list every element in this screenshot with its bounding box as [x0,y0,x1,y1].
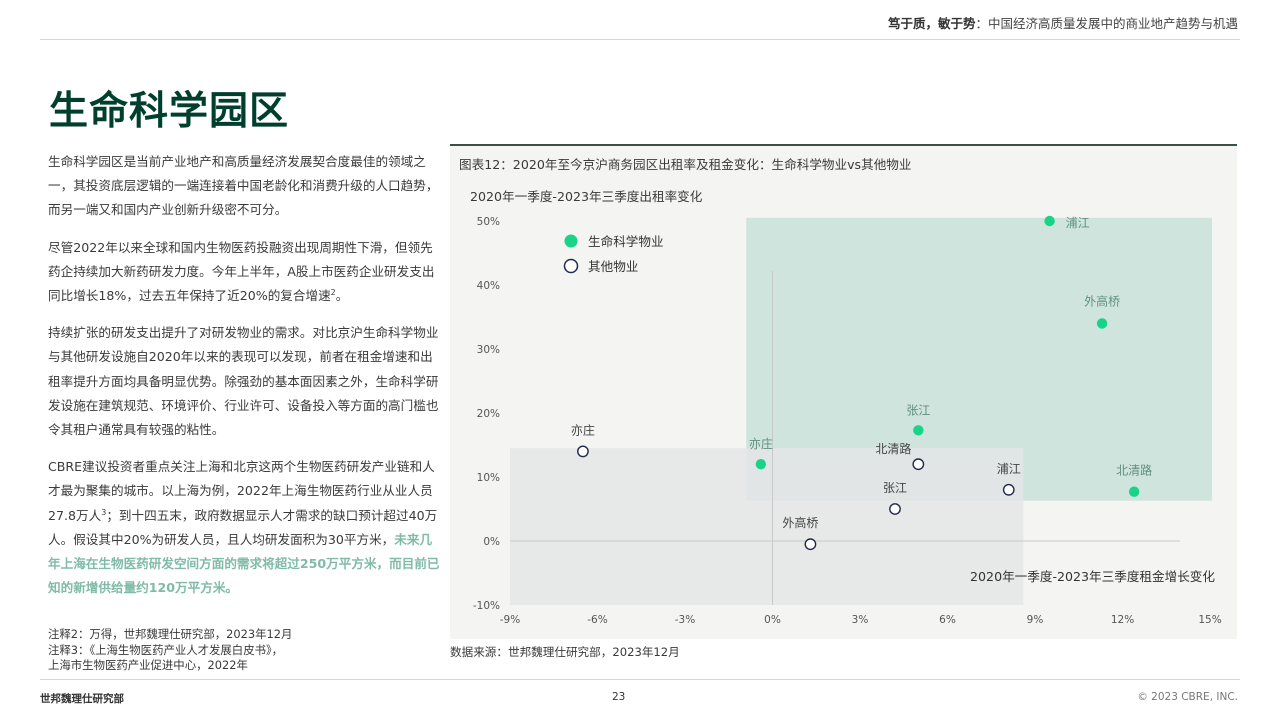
paragraph-3-text: 持续扩张的研发支出提升了对研发物业的需求。对比京沪生命科学物业与其他研发设施自2… [48,325,439,438]
y-tick-label: 40% [477,280,500,292]
scatter-chart: -9% -6% -3% 0% 3% 6% 9% 12% 15% -10% 0% 10% 20% 30% 40… [473,215,1222,626]
header-title-sep: ： [975,16,988,31]
other-property-point-label: 浦江 [997,462,1021,476]
chart-panel: 图表12：2020年至今京沪商务园区出租率及租金变化：生命科学物业vs其他物业 … [450,144,1237,639]
life-science-point [913,425,924,436]
other-property-point-label: 北清路 [875,441,911,456]
legend-life-science-label: 生命科学物业 [588,234,664,249]
life-science-point-label: 北清路 [1116,463,1152,478]
paragraph-4-mid: ；到十四五末，政府数据显示人才需求的缺口预计超过40万人。假设其中20%为研发人… [48,507,438,547]
y-tick-label: 20% [477,408,500,420]
footnote-2: 注释2：万得，世邦魏理仕研究部，2023年12月 [48,627,293,641]
x-axis-title: 2020年一季度-2023年三季度租金增长变化 [970,569,1215,584]
header-divider [40,39,1240,40]
y-tick-label: 10% [477,472,500,484]
life-science-point [755,459,767,470]
header-title-rest: 中国经济高质量发展中的商业地产趋势与机遇 [987,16,1238,31]
x-tick-label: 9% [1027,614,1044,626]
life-science-point [1128,486,1140,497]
y-tick-label: 0% [483,536,500,548]
other-property-point [1002,483,1015,496]
other-property-point [912,458,925,471]
footnotes: 注释2：万得，世邦魏理仕研究部，2023年12月 注释3：《上海生物医药产业人才… [48,627,292,674]
legend-other-marker [563,258,579,274]
footer-divider [40,679,1240,680]
other-property-point-label: 张江 [883,481,907,495]
x-tick-label: 15% [1198,614,1221,626]
paragraph-4: CBRE建议投资者重点关注上海和北京这两个生物医药研发产业链和人才最为聚集的城市… [48,455,440,600]
life-science-point-label: 张江 [906,403,930,417]
footer-organization: 世邦魏理仕研究部 [40,693,124,705]
paragraph-2-text: 尽管2022年以来全球和国内生物医药投融资出现周期性下滑，但领先药企持续加大新药… [48,239,435,304]
x-tick-label: 0% [764,614,781,626]
life-science-point-label: 亦庄 [749,436,773,451]
x-tick-label: -9% [500,614,520,626]
header-title: 笃于质，敏于势：中国经济高质量发展中的商业地产趋势与机遇 [888,13,1238,32]
page-title: 生命科学园区 [49,88,290,134]
footnote-3-cont: 上海市生物医药产业促进中心，2022年 [48,658,248,672]
paragraph-1: 生命科学园区是当前产业地产和高质量经济发展契合度最佳的领域之一，其投资底层逻辑的… [48,150,440,223]
life-science-point-label: 外高桥 [1084,293,1120,308]
y-tick-label: 50% [477,216,500,228]
paragraph-3: 持续扩张的研发支出提升了对研发物业的需求。对比京沪生命科学物业与其他研发设施自2… [48,321,440,442]
x-tick-label: 3% [852,614,869,626]
x-tick-label: -3% [675,614,695,626]
y-tick-label: 30% [477,344,500,356]
other-property-point [804,538,817,551]
life-science-point [1044,215,1055,227]
y-tick-label: -10% [473,600,500,612]
x-tick-label: 12% [1111,614,1134,626]
other-property-point [577,445,589,458]
copyright: © 2023 CBRE, INC. [1137,691,1238,703]
body-text: 生命科学园区是当前产业地产和高质量经济发展契合度最佳的领域之一，其投资底层逻辑的… [48,150,440,613]
x-tick-label: -6% [587,614,607,626]
x-tick-label: 6% [939,614,956,626]
other-property-region [510,448,1024,605]
other-property-point-label: 外高桥 [782,515,818,530]
header-title-bold: 笃于质，敏于势 [887,16,976,31]
paragraph-2: 尽管2022年以来全球和国内生物医药投融资出现周期性下滑，但领先药企持续加大新药… [48,236,440,309]
page-number: 23 [612,691,626,703]
life-science-point [1096,318,1108,329]
footnote-3: 注释3：《上海生物医药产业人才发展白皮书》， [48,642,284,657]
chart-source: 数据来源：世邦魏理仕研究部，2023年12月 [450,645,680,659]
paragraph-2-end: 。 [335,288,349,304]
legend-life-science-marker [564,234,578,248]
other-property-point-label: 亦庄 [571,422,595,437]
other-property-point [889,503,901,515]
legend-other-label: 其他物业 [588,259,638,274]
paragraph-1-text: 生命科学园区是当前产业地产和高质量经济发展契合度最佳的领域之一，其投资底层逻辑的… [48,154,439,218]
life-science-point-label: 浦江 [1066,216,1090,230]
